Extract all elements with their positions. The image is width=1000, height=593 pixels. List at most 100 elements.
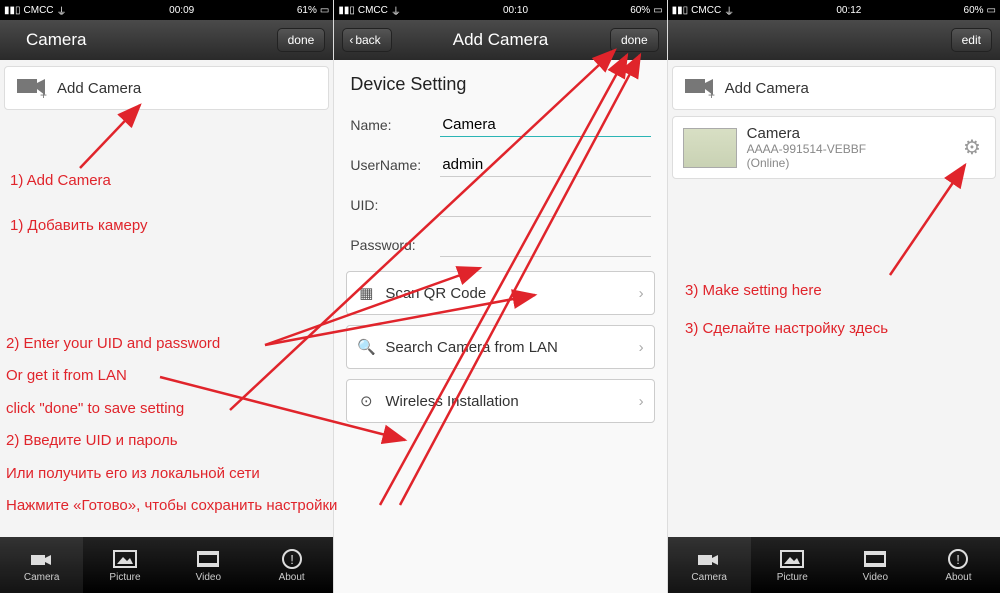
edit-button[interactable]: edit	[951, 28, 992, 52]
tab-about[interactable]: ! About	[917, 537, 1000, 593]
nav-bar: Camera done	[0, 20, 333, 60]
wifi-icon: ⏚	[724, 3, 734, 18]
tab-bar: Camera Picture Video ! About	[668, 537, 1000, 593]
camera-plus-icon: +	[15, 77, 49, 99]
chevron-right-icon: ›	[639, 393, 644, 410]
tab-label: About	[279, 572, 305, 583]
signal-icon: ▮▮▯	[672, 5, 689, 16]
search-icon: 🔍	[357, 338, 375, 356]
scan-qr-button[interactable]: ▦ Scan QR Code ›	[346, 271, 654, 315]
video-icon	[862, 548, 888, 570]
tab-about[interactable]: ! About	[250, 537, 333, 593]
chevron-right-icon: ›	[639, 285, 644, 302]
back-button[interactable]: ‹ back	[342, 28, 391, 52]
battery-pct: 61%	[297, 5, 317, 16]
carrier: CMCC	[24, 5, 54, 16]
section-title: Device Setting	[334, 60, 666, 101]
nav-bar: edit	[668, 20, 1000, 60]
password-label: Password:	[350, 237, 440, 253]
clock: 00:09	[169, 5, 194, 16]
panel-camera-list-with-item: ▮▮▯ CMCC ⏚ 00:12 60% ▭ edit + Add Camera…	[667, 0, 1000, 593]
chevron-right-icon: ›	[639, 339, 644, 356]
row-name: Name:	[334, 101, 666, 141]
tab-label: Video	[863, 572, 888, 583]
password-input[interactable]	[440, 233, 650, 257]
tab-picture[interactable]: Picture	[83, 537, 166, 593]
tab-bar: Camera Picture Video ! About	[0, 537, 333, 593]
wifi-icon: ⏚	[57, 3, 67, 18]
svg-text:+: +	[708, 88, 715, 99]
uid-label: UID:	[350, 197, 440, 213]
battery-icon: ▭	[320, 5, 329, 16]
tab-label: About	[945, 572, 971, 583]
content: Device Setting Name: UserName: UID: Pass…	[334, 60, 666, 593]
done-button[interactable]: done	[610, 28, 659, 52]
tab-label: Video	[196, 572, 221, 583]
add-camera-label: Add Camera	[725, 80, 809, 97]
add-camera-button[interactable]: + Add Camera	[4, 66, 329, 110]
tab-label: Picture	[109, 572, 140, 583]
qr-icon: ▦	[357, 284, 375, 302]
action-label: Scan QR Code	[385, 285, 486, 302]
wifi-icon: ⏚	[391, 3, 401, 18]
battery-icon: ▭	[653, 5, 662, 16]
action-label: Wireless Installation	[385, 393, 518, 410]
status-bar: ▮▮▯ CMCC ⏚ 00:12 60% ▭	[668, 0, 1000, 20]
search-lan-button[interactable]: 🔍 Search Camera from LAN ›	[346, 325, 654, 369]
done-button[interactable]: done	[277, 28, 326, 52]
camera-icon	[29, 548, 55, 570]
wireless-icon: ⊙	[357, 392, 375, 410]
username-label: UserName:	[350, 157, 440, 173]
status-bar: ▮▮▯ CMCC ⏚ 00:09 61% ▭	[0, 0, 333, 20]
svg-text:+: +	[40, 88, 47, 99]
tab-video[interactable]: Video	[167, 537, 250, 593]
video-icon	[195, 548, 221, 570]
back-label: back	[355, 33, 380, 47]
signal-icon: ▮▮▯	[338, 5, 355, 16]
content: + Add Camera	[0, 60, 333, 537]
clock: 00:10	[503, 5, 528, 16]
camera-status: (Online)	[747, 156, 949, 170]
tab-label: Camera	[24, 572, 60, 583]
signal-icon: ▮▮▯	[4, 5, 21, 16]
battery-pct: 60%	[964, 5, 984, 16]
panel-camera-list: ▮▮▯ CMCC ⏚ 00:09 61% ▭ Camera done + Add…	[0, 0, 333, 593]
add-camera-button[interactable]: + Add Camera	[672, 66, 996, 110]
picture-icon	[779, 548, 805, 570]
name-input[interactable]	[440, 113, 650, 137]
name-label: Name:	[350, 117, 440, 133]
camera-info: Camera AAAA-991514-VEBBF (Online)	[747, 125, 949, 170]
camera-list-item[interactable]: Camera AAAA-991514-VEBBF (Online) ⚙	[672, 116, 996, 179]
tab-camera[interactable]: Camera	[668, 537, 751, 593]
camera-name: Camera	[747, 125, 949, 142]
battery-icon: ▭	[987, 5, 996, 16]
panel-add-camera: ▮▮▯ CMCC ⏚ 00:10 60% ▭ ‹ back Add Camera…	[333, 0, 666, 593]
tab-label: Picture	[777, 572, 808, 583]
carrier: CMCC	[691, 5, 721, 16]
camera-thumbnail	[683, 128, 737, 168]
picture-icon	[112, 548, 138, 570]
tab-camera[interactable]: Camera	[0, 537, 83, 593]
tab-label: Camera	[691, 572, 727, 583]
wireless-install-button[interactable]: ⊙ Wireless Installation ›	[346, 379, 654, 423]
camera-plus-icon: +	[683, 77, 717, 99]
username-input[interactable]	[440, 153, 650, 177]
row-username: UserName:	[334, 141, 666, 181]
gear-icon[interactable]: ⚙	[959, 131, 985, 164]
svg-text:!: !	[957, 552, 961, 567]
about-icon: !	[279, 548, 305, 570]
row-uid: UID:	[334, 181, 666, 221]
carrier: CMCC	[358, 5, 388, 16]
battery-pct: 60%	[630, 5, 650, 16]
row-password: Password:	[334, 221, 666, 261]
camera-uid: AAAA-991514-VEBBF	[747, 142, 949, 156]
chevron-left-icon: ‹	[349, 33, 353, 47]
camera-icon	[696, 548, 722, 570]
page-title: Add Camera	[453, 30, 548, 50]
uid-input[interactable]	[440, 193, 650, 217]
tab-picture[interactable]: Picture	[751, 537, 834, 593]
svg-text:!: !	[290, 552, 294, 567]
tab-video[interactable]: Video	[834, 537, 917, 593]
add-camera-label: Add Camera	[57, 80, 141, 97]
action-list: ▦ Scan QR Code › 🔍 Search Camera from LA…	[334, 261, 666, 443]
